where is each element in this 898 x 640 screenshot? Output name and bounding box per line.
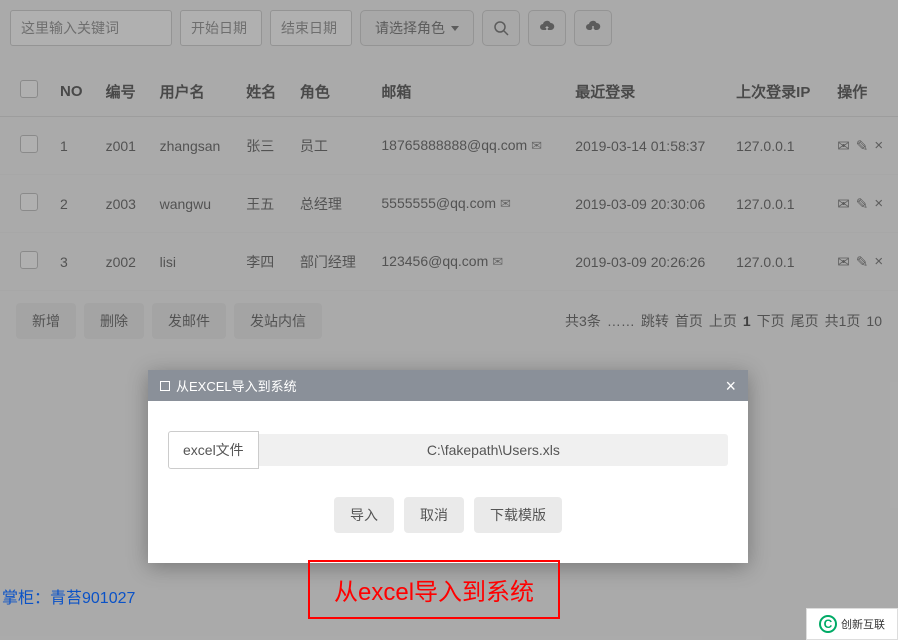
logo-text: 创新互联 xyxy=(841,616,885,632)
download-template-button[interactable]: 下载模版 xyxy=(474,497,562,533)
modal-close-button[interactable]: × xyxy=(725,377,736,395)
cancel-button[interactable]: 取消 xyxy=(404,497,464,533)
import-button[interactable]: 导入 xyxy=(334,497,394,533)
file-label-button[interactable]: excel文件 xyxy=(168,431,259,469)
corner-logo: C 创新互联 xyxy=(806,608,898,640)
modal-header: 从EXCEL导入到系统 × xyxy=(148,370,748,401)
import-modal: 从EXCEL导入到系统 × excel文件 C:\fakepath\Users.… xyxy=(148,370,748,563)
footer-credit: 掌柜：青苔901027 xyxy=(2,584,135,608)
logo-icon: C xyxy=(819,615,837,633)
modal-title: 从EXCEL导入到系统 xyxy=(176,376,297,395)
file-input-row: excel文件 C:\fakepath\Users.xls xyxy=(168,431,728,469)
annotation-box: 从excel导入到系统 xyxy=(308,560,560,619)
file-path-display: C:\fakepath\Users.xls xyxy=(259,434,728,466)
window-icon xyxy=(160,381,170,391)
